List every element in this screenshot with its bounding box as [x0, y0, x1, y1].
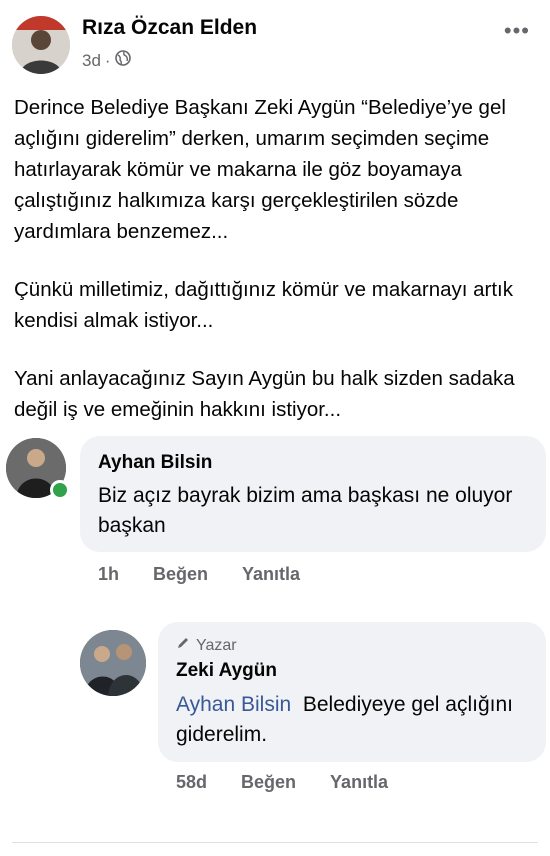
- comment-time[interactable]: 58d: [176, 772, 207, 793]
- post-paragraph: Yani anlayacağınız Sayın Aygün bu halk s…: [14, 367, 515, 421]
- author-avatar[interactable]: [12, 16, 70, 74]
- mention-link[interactable]: Ayhan Bilsin: [176, 693, 291, 716]
- reply-button[interactable]: Yanıtla: [242, 564, 300, 585]
- comment-text: Biz açız bayrak bizim ama başkası ne olu…: [98, 484, 513, 537]
- meta-separator: ·: [104, 50, 111, 70]
- author-badge-label: Yazar: [196, 636, 237, 654]
- comment-time[interactable]: 1h: [98, 564, 119, 585]
- post-author-name[interactable]: Rıza Özcan Elden: [82, 16, 257, 40]
- comment: Ayhan Bilsin Biz açız bayrak bizim ama b…: [0, 434, 550, 594]
- online-status-dot: [50, 480, 70, 500]
- globe-icon: [114, 50, 131, 71]
- like-button[interactable]: Beğen: [241, 772, 296, 793]
- post-time[interactable]: 3d: [82, 51, 101, 71]
- comment-actions: 1h Beğen Yanıtla: [98, 564, 300, 585]
- more-options-button[interactable]: •••: [504, 18, 530, 44]
- pencil-icon: [176, 636, 190, 655]
- post-header: Rıza Özcan Elden 3d · •••: [12, 14, 538, 76]
- reply-button[interactable]: Yanıtla: [330, 772, 388, 793]
- post-paragraph: Çünkü milletimiz, dağıttığınız kömür ve …: [14, 278, 514, 332]
- divider: [12, 842, 538, 843]
- post-meta: 3d ·: [82, 50, 131, 71]
- comment-actions: 58d Beğen Yanıtla: [176, 772, 388, 793]
- comment-reply: Yazar Zeki Aygün Ayhan Bilsin Belediyeye…: [0, 620, 550, 810]
- author-badge: Yazar: [176, 636, 237, 655]
- commenter-avatar[interactable]: [80, 630, 146, 696]
- comment-bubble: Yazar Zeki Aygün Ayhan Bilsin Belediyeye…: [158, 622, 546, 762]
- comment-bubble: Ayhan Bilsin Biz açız bayrak bizim ama b…: [80, 436, 546, 552]
- commenter-name[interactable]: Ayhan Bilsin: [98, 452, 212, 474]
- like-button[interactable]: Beğen: [153, 564, 208, 585]
- post-body: Derince Belediye Başkanı Zeki Aygün “Bel…: [14, 92, 534, 452]
- commenter-name[interactable]: Zeki Aygün: [176, 660, 277, 682]
- comment-text: Ayhan Bilsin Belediyeye gel açlığını gid…: [176, 690, 542, 750]
- post-paragraph: Derince Belediye Başkanı Zeki Aygün “Bel…: [14, 96, 506, 243]
